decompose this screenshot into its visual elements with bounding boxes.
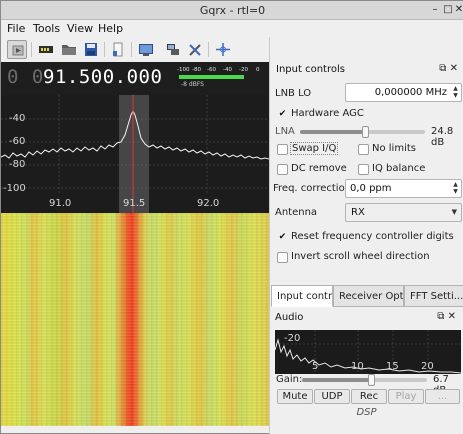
- dsp-label: DSP: [356, 407, 377, 418]
- audio-x-label: 5: [312, 361, 319, 372]
- close-icon[interactable]: ✕: [453, 4, 463, 16]
- record-button[interactable]: Rec: [351, 389, 387, 404]
- spectrum-svg: [1, 95, 269, 213]
- lnb-lo-label: LNB LO: [275, 88, 312, 99]
- hardware-agc-label: Hardware AGC: [291, 108, 364, 119]
- freq-correction-field[interactable]: 0,0 ppm ▲ ▼: [345, 179, 462, 198]
- document-icon[interactable]: [108, 40, 128, 59]
- y-tick-label: -100: [3, 183, 26, 194]
- input-controls-title: Input controls: [276, 64, 345, 75]
- y-tick-label: -40: [9, 113, 26, 124]
- reset-digits-checkbox[interactable]: ✔: [277, 232, 288, 243]
- invert-scroll-checkbox[interactable]: [277, 252, 288, 263]
- meter-tick: -20: [239, 67, 248, 73]
- menu-tools[interactable]: Tools: [33, 22, 60, 35]
- meter-tick: 0: [256, 67, 260, 73]
- play-button[interactable]: Play: [388, 389, 424, 404]
- antenna-label: Antenna: [275, 207, 318, 218]
- menu-file[interactable]: File: [7, 22, 25, 35]
- audio-y-label: -20: [284, 333, 301, 344]
- y-tick-label: -80: [9, 159, 26, 170]
- lna-slider-handle[interactable]: [362, 126, 369, 138]
- mute-button[interactable]: Mute: [277, 389, 313, 404]
- gain-slider-handle[interactable]: [367, 374, 375, 386]
- save-icon[interactable]: [81, 40, 101, 59]
- lna-slider-fill: [300, 130, 365, 134]
- start-dsp-icon[interactable]: [7, 40, 27, 59]
- lnb-lo-spinner[interactable]: ▲ ▼: [451, 85, 460, 100]
- tab-input-controls[interactable]: Input contr...: [271, 285, 333, 307]
- freq-correction-spinner[interactable]: ▲ ▼: [451, 181, 460, 196]
- hardware-agc-checkbox[interactable]: ✔: [277, 109, 288, 120]
- tab-fft-settings[interactable]: FFT Setti...: [404, 285, 463, 307]
- app-window: Gqrx - rtl=0 – □ ✕ File Tools View Help: [0, 0, 463, 434]
- frequency-value[interactable]: 91.500.000: [43, 66, 162, 88]
- open-folder-icon[interactable]: [59, 40, 79, 59]
- chevron-down-icon: ▼: [451, 208, 457, 216]
- antenna-select[interactable]: RX ▼: [345, 203, 462, 222]
- freq-correction-value: 0,0 ppm: [350, 183, 392, 194]
- tools-icon[interactable]: [185, 40, 205, 59]
- device-config-icon[interactable]: [36, 40, 56, 59]
- no-limits-label: No limits: [372, 143, 416, 154]
- audio-x-label: 10: [351, 361, 364, 372]
- minimize-icon[interactable]: –: [429, 4, 441, 16]
- meter-dbfs: -8 dBFS: [181, 81, 204, 88]
- screen-icon[interactable]: [136, 40, 156, 59]
- meter-level-bar: [179, 75, 245, 79]
- iq-balance-label: IQ balance: [372, 163, 426, 174]
- lna-label: LNA: [275, 126, 295, 137]
- invert-scroll-label: Invert scroll wheel direction: [291, 251, 430, 262]
- dc-remove-checkbox[interactable]: [277, 164, 288, 175]
- x-tick-label: 91.0: [49, 198, 72, 209]
- antenna-value: RX: [351, 207, 365, 218]
- waterfall-display[interactable]: [1, 213, 269, 426]
- waterfall-lines: [1, 213, 269, 426]
- swap-iq-label: Swap I/Q: [290, 142, 339, 155]
- udp-button[interactable]: UDP: [314, 389, 350, 404]
- menu-bar: File Tools View Help: [1, 20, 463, 37]
- y-tick-label: -60: [9, 136, 26, 147]
- signal-meter: -100 -80 -60 -40 -20 0 -8 dBFS: [177, 67, 265, 91]
- no-limits-checkbox[interactable]: [358, 144, 369, 155]
- gain-label: Gain:: [276, 374, 303, 385]
- reset-digits-label: Reset frequency controller digits: [291, 231, 454, 242]
- spectrum-plot[interactable]: -40 -60 -80 -100 91.0 91.5 92.0: [1, 95, 269, 213]
- meter-tick: -80: [192, 67, 201, 73]
- meter-tick: -100: [177, 67, 190, 73]
- swap-iq-checkbox[interactable]: [277, 144, 288, 155]
- x-tick-label: 92.0: [197, 198, 220, 209]
- dock-float-close-icons[interactable]: ⧉ ✕: [439, 63, 458, 74]
- iq-balance-checkbox[interactable]: [358, 164, 369, 175]
- title-bar: Gqrx - rtl=0 – □ ✕: [1, 1, 463, 20]
- audio-options-button[interactable]: ...: [425, 389, 460, 404]
- move-icon[interactable]: [213, 40, 233, 59]
- meter-tick: -40: [223, 67, 232, 73]
- audio-x-label: 20: [421, 361, 434, 372]
- frequency-leading-digits[interactable]: 0 0: [7, 66, 44, 88]
- window-title: Gqrx - rtl=0: [199, 4, 266, 17]
- dc-remove-label: DC remove: [291, 163, 347, 174]
- toolbar: [1, 37, 269, 62]
- frequency-display[interactable]: 0 0 91.500.000 -100 -80 -60 -40 -20 0 -8…: [1, 62, 269, 95]
- meter-scale: -100 -80 -60 -40 -20 0: [177, 67, 265, 75]
- lna-value: 24.8 dB: [431, 126, 454, 148]
- audio-float-close-icons[interactable]: ⧉ ✕: [437, 311, 456, 322]
- dock-tabs: Input contr... Receiver Opti... FFT Sett…: [269, 285, 463, 307]
- tab-receiver-options[interactable]: Receiver Opti...: [333, 285, 404, 307]
- menu-help[interactable]: Help: [98, 22, 123, 35]
- audio-title: Audio: [275, 312, 304, 323]
- x-tick-label: 91.5: [123, 198, 146, 209]
- freq-correction-label: Freq. correction: [273, 183, 352, 194]
- lnb-lo-field[interactable]: 0,000000 MHz ▲ ▼: [345, 83, 462, 102]
- meter-tick: -60: [207, 67, 216, 73]
- lnb-lo-value: 0,000000 MHz: [374, 87, 447, 98]
- gain-slider-fill: [302, 378, 371, 382]
- audio-x-label: 15: [386, 361, 399, 372]
- menu-view[interactable]: View: [67, 22, 93, 35]
- audio-fft-plot: -20 5 10 15 20: [274, 330, 462, 374]
- network-icon[interactable]: [163, 40, 183, 59]
